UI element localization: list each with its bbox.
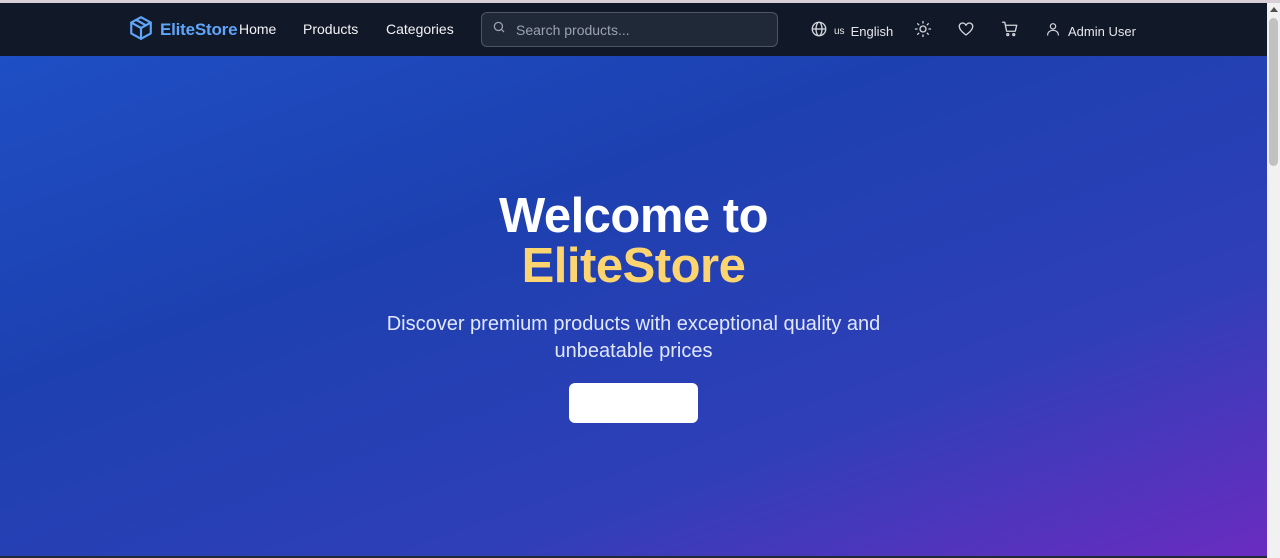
globe-icon	[810, 20, 828, 43]
search-input[interactable]	[516, 21, 756, 38]
user-icon	[1045, 21, 1061, 42]
heart-icon	[957, 22, 975, 42]
hero-subtitle: Discover premium products with exception…	[386, 313, 881, 362]
nav-link-products[interactable]: Products	[303, 21, 358, 37]
nav-link-categories[interactable]: Categories	[386, 21, 454, 37]
hero-title-brand: EliteStore	[521, 239, 746, 293]
sun-icon	[914, 20, 932, 42]
hero-title-line1: Welcome to	[498, 189, 769, 243]
nav-link-home[interactable]: Home	[239, 21, 276, 37]
language-selector[interactable]: us English	[810, 20, 893, 43]
navbar: EliteStore Home Products Categories us E…	[0, 3, 1267, 56]
theme-toggle-button[interactable]	[914, 20, 934, 40]
wishlist-button[interactable]	[957, 20, 977, 40]
scrollbar-thumb[interactable]	[1269, 18, 1278, 166]
hero-section: Welcome to EliteStore Discover premium p…	[0, 56, 1267, 556]
cart-button[interactable]	[1001, 20, 1021, 40]
box-logo-icon	[128, 15, 154, 46]
scroll-up-arrow-icon[interactable]	[1270, 7, 1278, 12]
hero-title: Welcome to EliteStore	[0, 191, 1267, 291]
user-menu[interactable]: Admin User	[1045, 21, 1136, 42]
cart-icon	[1001, 21, 1019, 42]
search-box	[481, 12, 778, 47]
hero-cta-button[interactable]	[569, 383, 698, 423]
search-icon	[492, 20, 506, 39]
brand-logo[interactable]: EliteStore	[128, 15, 238, 46]
user-name: Admin User	[1068, 24, 1136, 39]
brand-name: EliteStore	[160, 20, 238, 39]
language-code: us	[834, 26, 845, 37]
language-name: English	[850, 24, 894, 39]
vertical-scrollbar[interactable]	[1267, 3, 1280, 558]
